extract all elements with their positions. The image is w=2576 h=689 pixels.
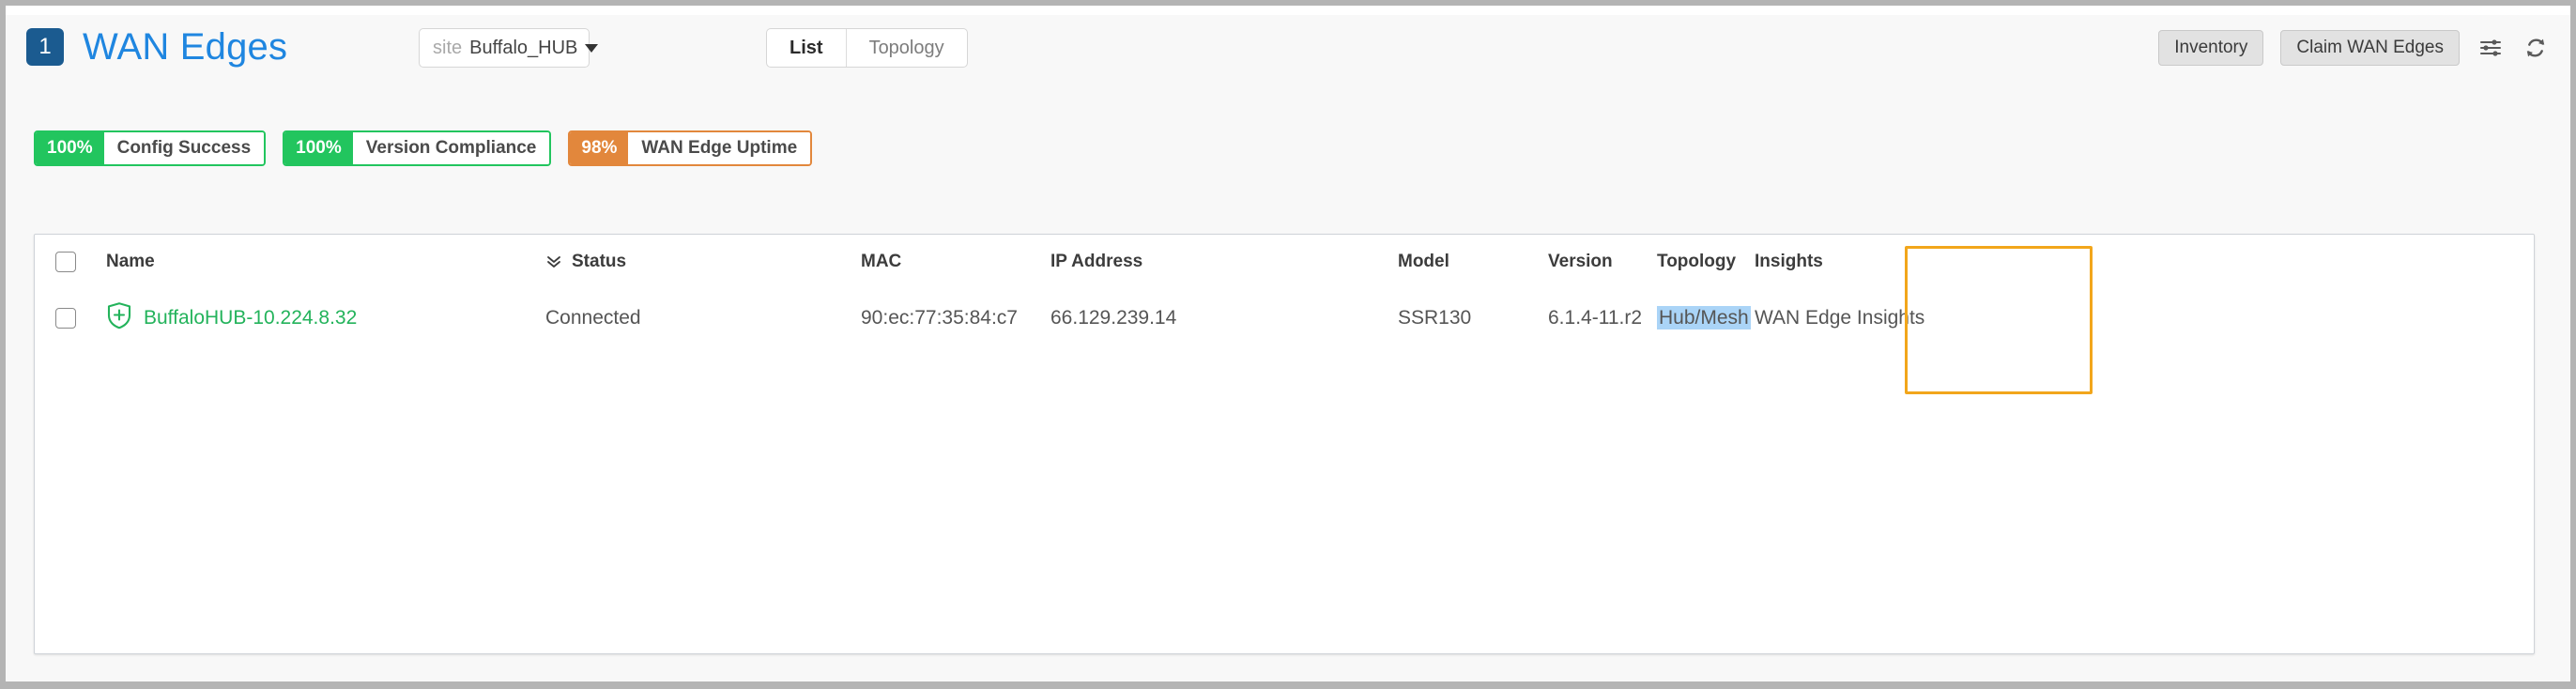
kpi-percent: 100% [284,132,353,164]
table-row[interactable]: BuffaloHUB-10.224.8.32 Connected 90:ec:7… [35,289,2534,347]
table-header-row: Name Status MAC IP Address Model Version… [35,235,2534,289]
column-header-name[interactable]: Name [106,252,545,272]
kpi-percent: 98% [570,132,628,164]
cell-version: 6.1.4-11.r2 [1548,307,1657,329]
select-all-cell [35,252,106,272]
double-chevron-down-icon [545,253,562,270]
inventory-button[interactable]: Inventory [2158,30,2263,66]
page-title: WAN Edges [83,26,287,68]
site-selector-label: site [433,38,462,59]
kpi-label: Config Success [104,132,265,164]
column-header-version[interactable]: Version [1548,252,1657,272]
refresh-icon[interactable] [2522,34,2550,62]
device-name-link[interactable]: BuffaloHUB-10.224.8.32 [144,307,357,329]
cell-model: SSR130 [1398,307,1548,329]
site-selector-value: Buffalo_HUB [469,38,577,59]
app-canvas: 1 WAN Edges site Buffalo_HUB List Topolo… [6,6,2570,681]
column-header-status-label: Status [572,252,626,272]
kpi-config-success[interactable]: 100% Config Success [34,130,266,166]
kpi-label: WAN Edge Uptime [628,132,810,164]
page-header: 1 WAN Edges site Buffalo_HUB List Topolo… [26,23,2550,81]
tab-topology[interactable]: Topology [846,29,967,67]
wan-edge-insights-link[interactable]: WAN Edge Insights [1755,307,1886,329]
claim-wan-edges-button[interactable]: Claim WAN Edges [2280,30,2460,66]
tab-list[interactable]: List [767,29,846,67]
cell-ip-address: 66.129.239.14 [1050,307,1398,329]
column-header-insights[interactable]: Insights [1755,252,1886,272]
column-header-status[interactable]: Status [545,252,861,272]
column-header-mac[interactable]: MAC [861,252,1050,272]
cell-status: Connected [545,307,861,329]
header-actions: Inventory Claim WAN Edges [2158,30,2550,66]
select-all-checkbox[interactable] [55,252,76,272]
column-header-model[interactable]: Model [1398,252,1548,272]
sliders-filter-icon[interactable] [2476,34,2505,62]
window-top-strip [6,6,2570,15]
view-mode-toggle[interactable]: List Topology [766,28,968,68]
cell-topology: Hub/Mesh [1657,307,1755,329]
column-header-ip-address[interactable]: IP Address [1050,252,1398,272]
kpi-percent: 100% [36,132,104,164]
app-window: 1 WAN Edges site Buffalo_HUB List Topolo… [0,0,2576,689]
kpi-version-compliance[interactable]: 100% Version Compliance [283,130,551,166]
cell-name: BuffaloHUB-10.224.8.32 [106,301,545,335]
kpi-row: 100% Config Success 100% Version Complia… [34,130,812,166]
chevron-down-icon [585,44,598,53]
row-select-cell [35,308,106,329]
shield-plus-icon [106,301,132,335]
device-count-badge: 1 [26,28,64,66]
cell-mac: 90:ec:77:35:84:c7 [861,307,1050,329]
site-selector[interactable]: site Buffalo_HUB [419,28,590,68]
kpi-label: Version Compliance [353,132,550,164]
kpi-wan-edge-uptime[interactable]: 98% WAN Edge Uptime [568,130,812,166]
wan-edges-table-card: Name Status MAC IP Address Model Version… [34,234,2535,654]
row-checkbox[interactable] [55,308,76,329]
column-header-topology[interactable]: Topology [1657,252,1755,272]
topology-value: Hub/Mesh [1657,306,1751,329]
title-group: 1 WAN Edges [26,26,287,68]
